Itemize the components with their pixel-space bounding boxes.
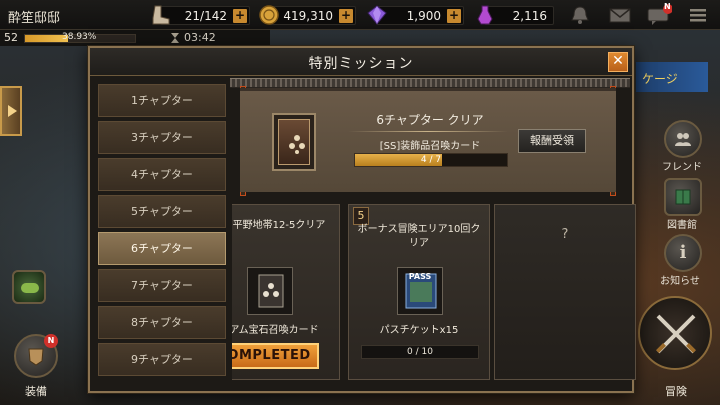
mission-card-1[interactable]: ラン平野地帯12-5クリア ミアム宝石召喚カード OMPLETED	[232, 204, 340, 380]
friends-button[interactable]	[664, 120, 702, 158]
add-gem-button[interactable]: +	[447, 9, 461, 23]
boot-icon	[152, 5, 170, 25]
equip-notification-badge: N	[44, 334, 58, 348]
player-level-row: 52 38.93% 03:42	[0, 30, 270, 46]
ornament-icon	[289, 135, 305, 154]
equip-button[interactable]: N	[14, 334, 58, 378]
adventure-label: 冒険	[665, 385, 687, 398]
potion-icon	[477, 5, 493, 25]
info-icon: i	[679, 242, 687, 263]
potion-counter: 2,116	[477, 5, 554, 25]
exp-percent: 38.93%	[62, 32, 97, 42]
book-icon	[675, 189, 691, 205]
library-button[interactable]	[664, 178, 702, 216]
completed-badge: OMPLETED	[232, 343, 319, 369]
notice-button[interactable]: i	[664, 234, 702, 272]
add-stamina-button[interactable]: +	[233, 9, 247, 23]
unknown-mission-mark: ?	[561, 227, 569, 242]
chapter-reward-banner: 6チャプター クリア [SS]装飾品召喚カード 4 / 7 報酬受領	[240, 88, 616, 192]
close-button[interactable]: ✕	[608, 52, 628, 72]
pass-label: PASS	[408, 272, 432, 281]
claim-reward-button[interactable]: 報酬受領	[518, 129, 586, 153]
chapter-tab-9[interactable]: 9チャプター	[98, 343, 226, 376]
crossed-swords-icon	[656, 314, 696, 354]
decorative-rail	[230, 78, 630, 88]
bell-icon[interactable]	[566, 4, 594, 26]
menu-icon[interactable]	[684, 4, 712, 26]
friends-label: フレンド	[662, 162, 702, 173]
gem-summon-card-icon	[258, 274, 284, 308]
armor-icon	[28, 348, 44, 366]
library-label: 図書館	[667, 220, 697, 231]
gold-counter: 419,310 +	[259, 5, 356, 25]
event-banner[interactable]: ケージ	[636, 62, 708, 92]
controller-button[interactable]	[12, 270, 46, 304]
banner-title: 6チャプター クリア	[376, 113, 484, 127]
equip-label: 装備	[25, 385, 47, 398]
special-mission-modal: 特別ミッション ✕ 1チャプター 3チャプター 4チャプター 5チャプター 6チ…	[88, 46, 636, 393]
banner-reward-name: [SS]装飾品召喚カード	[379, 141, 481, 152]
mail-icon[interactable]	[606, 4, 634, 26]
gem-counter: 1,900 +	[367, 5, 464, 25]
gem-icon	[367, 5, 387, 25]
gamepad-icon	[21, 283, 39, 293]
mission-card-2-title: ボーナス冒険エリア10回クリア	[357, 224, 481, 249]
chapter-tab-4[interactable]: 4チャプター	[98, 158, 226, 191]
mission-card-2-reward: パスチケットx15	[379, 325, 459, 336]
chapter-tab-3[interactable]: 3チャプター	[98, 121, 226, 154]
mission-card-3-locked[interactable]: ?	[494, 204, 636, 380]
modal-header: 特別ミッション ✕	[90, 48, 632, 76]
friends-icon	[675, 133, 691, 146]
arrow-right-icon	[8, 105, 17, 117]
stamina-counter: 21/142 +	[152, 5, 250, 25]
mission-card-2-progress: 0 / 10	[361, 345, 479, 359]
chapter-tab-6[interactable]: 6チャプター	[98, 232, 226, 265]
adventure-button[interactable]	[638, 296, 712, 370]
chat-notification-badge: N	[664, 2, 671, 11]
top-resource-bar: 酔笙邸邸 21/142 + 419,310 + 1,900 + 2,116 N	[0, 0, 720, 30]
hourglass-icon	[171, 33, 179, 43]
banner-divider	[348, 131, 508, 132]
player-level: 52	[4, 31, 18, 44]
mission-card-1-reward: ミアム宝石召喚カード	[232, 325, 319, 336]
mission-card-1-item	[247, 267, 293, 315]
chapter-tab-1[interactable]: 1チャプター	[98, 84, 226, 117]
chapter-list: 1チャプター 3チャプター 4チャプター 5チャプター 6チャプター 7チャプタ…	[98, 84, 228, 384]
mission-card-2-progress-text: 0 / 10	[407, 347, 433, 357]
mission-card-2[interactable]: 5 ボーナス冒険エリア10回クリア PASS パスチケットx15 0 / 10	[348, 204, 490, 380]
banner-progress-bar: 4 / 7	[354, 153, 508, 167]
chapter-tab-7[interactable]: 7チャプター	[98, 269, 226, 302]
mission-card-1-clip: ラン平野地帯12-5クリア ミアム宝石召喚カード OMPLETED	[232, 204, 340, 380]
chapter-tab-8[interactable]: 8チャプター	[98, 306, 226, 339]
chapter-tab-5[interactable]: 5チャプター	[98, 195, 226, 228]
mission-card-2-item: PASS	[397, 267, 443, 315]
timer-text: 03:42	[184, 31, 216, 44]
location-name: 酔笙邸邸	[8, 11, 61, 26]
mission-card-1-title: ラン平野地帯12-5クリア	[232, 220, 326, 231]
add-gold-button[interactable]: +	[339, 9, 353, 23]
left-expand-tab[interactable]	[0, 86, 22, 136]
notice-label: お知らせ	[660, 276, 700, 287]
banner-progress-text: 4 / 7	[420, 155, 442, 165]
modal-title: 特別ミッション	[308, 56, 414, 72]
gold-coin-icon	[259, 5, 279, 25]
reward-card-thumbnail	[272, 113, 316, 171]
